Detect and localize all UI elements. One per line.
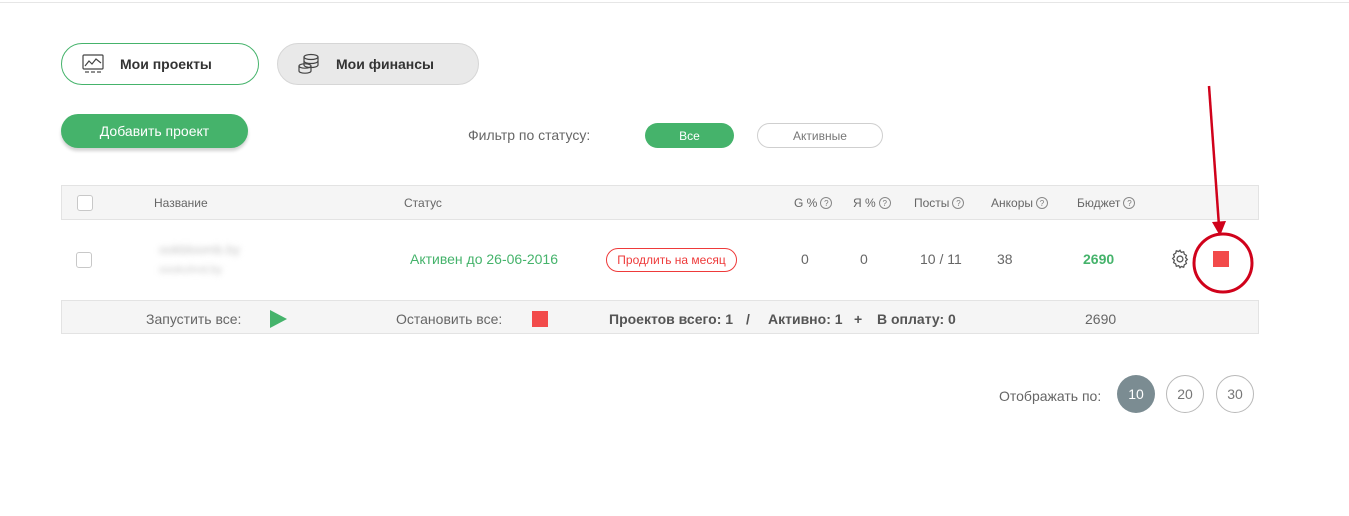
g-percent-value: 0 (801, 251, 809, 267)
tab-my-finance[interactable]: Мои финансы (277, 43, 479, 85)
help-icon[interactable]: ? (878, 197, 891, 209)
filter-active-button[interactable]: Активные (757, 123, 883, 148)
add-project-button[interactable]: Добавить проект (61, 114, 248, 148)
tab-my-projects-label: Мои проекты (120, 56, 212, 72)
active-count: Активно: 1 (768, 311, 843, 327)
header-budget: Бюджет? (1077, 196, 1136, 210)
table-header: Название Статус G %? Я %? Посты? Анкоры?… (61, 185, 1259, 220)
stop-all-button[interactable] (532, 311, 548, 327)
filter-label: Фильтр по статусу: (468, 127, 591, 143)
page-size-20[interactable]: 20 (1166, 375, 1204, 413)
top-divider (0, 2, 1349, 3)
gear-icon[interactable] (1169, 248, 1191, 270)
project-subtitle: oookuhnd.by (159, 264, 222, 276)
coins-icon (296, 51, 322, 77)
filter-all-button[interactable]: Все (645, 123, 734, 148)
project-status: Активен до 26-06-2016 (410, 251, 558, 267)
stop-project-button[interactable] (1213, 251, 1229, 267)
header-posts: Посты? (914, 196, 965, 210)
stop-all-label: Остановить все: (396, 311, 503, 327)
help-icon[interactable]: ? (1036, 197, 1048, 209)
budget-total: 2690 (1085, 311, 1117, 327)
project-name[interactable]: ookbloomb.by (159, 242, 240, 257)
table-footer: Запустить все: Остановить все: Проектов … (61, 300, 1259, 334)
page-size-10[interactable]: 10 (1117, 375, 1155, 413)
tab-my-projects[interactable]: Мои проекты (61, 43, 259, 85)
header-name: Название (154, 196, 208, 210)
page-size-30[interactable]: 30 (1216, 375, 1254, 413)
extend-month-button[interactable]: Продлить на месяц (606, 248, 737, 272)
tab-my-finance-label: Мои финансы (336, 56, 435, 72)
to-pay-count: В оплату: 0 (877, 311, 956, 327)
header-status: Статус (404, 196, 442, 210)
pager-label: Отображать по: (999, 388, 1102, 404)
anchors-value: 38 (997, 251, 1013, 267)
row-checkbox[interactable] (76, 252, 92, 268)
budget-value: 2690 (1083, 251, 1115, 267)
posts-value: 10 / 11 (920, 251, 962, 267)
select-all-checkbox[interactable] (77, 195, 93, 211)
projects-total: Проектов всего: 1 (609, 311, 734, 327)
header-ya-percent: Я %? (853, 196, 891, 210)
ya-percent-value: 0 (860, 251, 868, 267)
header-anchors: Анкоры? (991, 196, 1048, 210)
help-icon[interactable]: ? (820, 197, 833, 209)
footer-plus: + (854, 311, 863, 327)
table-row: ookbloomb.by oookuhnd.by Активен до 26-0… (61, 220, 1259, 300)
play-icon[interactable] (270, 310, 287, 328)
header-g-percent: G %? (794, 196, 833, 210)
help-icon[interactable]: ? (1123, 197, 1136, 209)
projects-icon (80, 51, 106, 77)
start-all-label: Запустить все: (146, 311, 242, 327)
footer-separator: / (746, 311, 750, 327)
help-icon[interactable]: ? (952, 197, 965, 209)
